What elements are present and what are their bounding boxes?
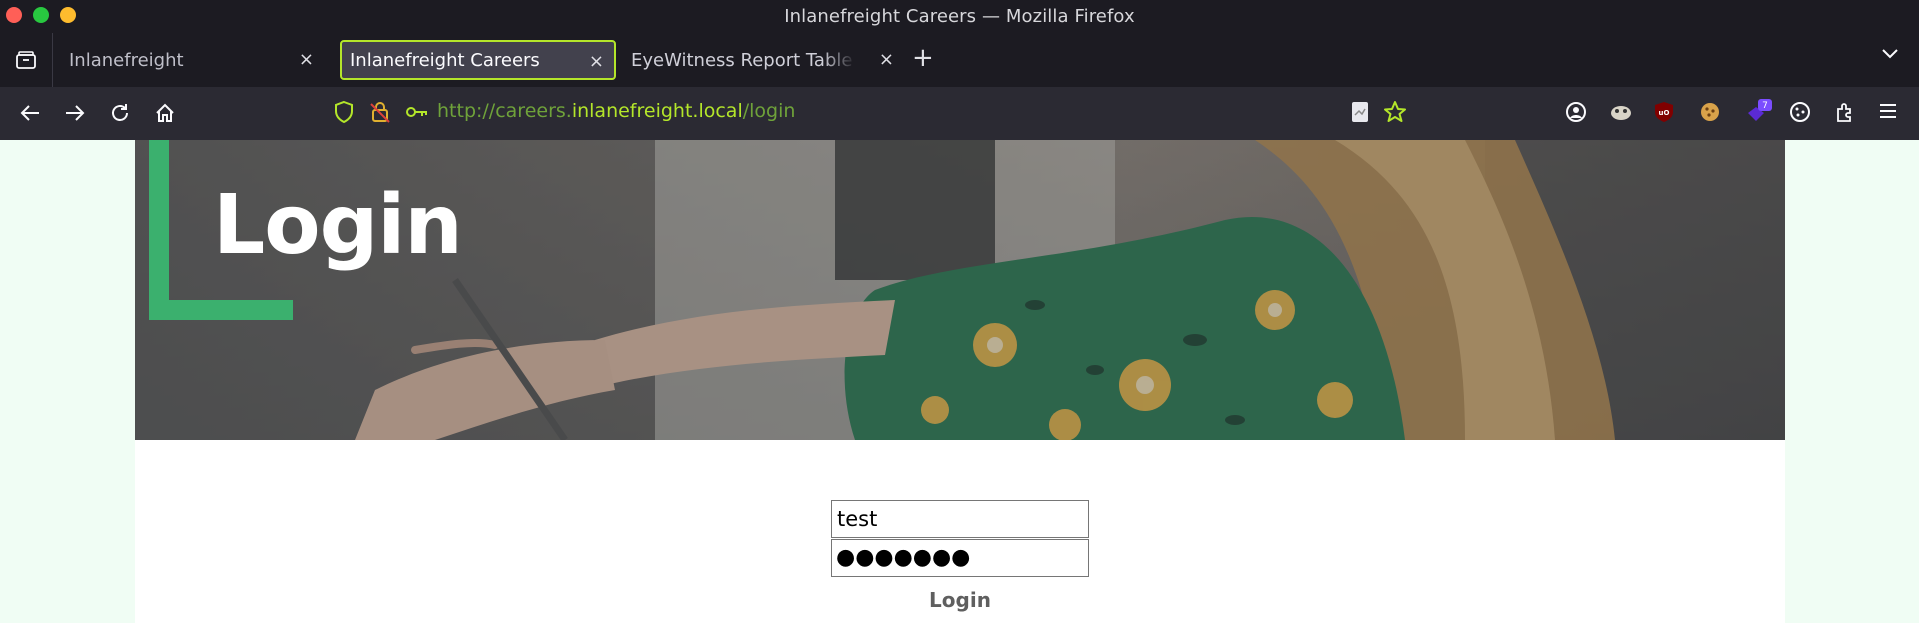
- password-mask: ●●●●●●●: [836, 545, 971, 570]
- ublock-button[interactable]: uO: [1653, 100, 1675, 128]
- extensions-icon: [1837, 103, 1851, 122]
- close-tab-icon[interactable]: ×: [299, 49, 314, 70]
- tab-overview-icon: [16, 51, 36, 69]
- cookie-icon: [1701, 103, 1719, 121]
- purple-extension-icon: 7: [1748, 99, 1772, 121]
- account-button[interactable]: [1564, 100, 1588, 128]
- home-button[interactable]: [152, 100, 178, 126]
- tab-strip: Inlanefreight × Inlanefreight Careers × …: [0, 33, 1919, 87]
- hero-corner-accent-horizontal: [149, 300, 293, 320]
- username-input[interactable]: test: [831, 500, 1089, 538]
- username-value: test: [837, 507, 878, 531]
- extensions-button[interactable]: [1833, 100, 1857, 128]
- key-icon[interactable]: [405, 102, 429, 122]
- window-titlebar: Inlanefreight Careers — Mozilla Firefox: [0, 0, 1919, 33]
- tab-inlanefreight-careers[interactable]: Inlanefreight Careers ×: [340, 40, 616, 80]
- bookmark-star-icon: [1384, 101, 1406, 122]
- back-icon: [20, 105, 39, 121]
- svg-text:uO: uO: [1659, 109, 1670, 117]
- reader-view-button[interactable]: [1349, 100, 1371, 128]
- forward-button[interactable]: [62, 100, 88, 126]
- close-tab-icon[interactable]: ×: [589, 51, 604, 72]
- tab-label: Inlanefreight Careers: [350, 49, 540, 71]
- window-controls: [6, 7, 76, 23]
- lock-icon[interactable]: [369, 100, 391, 124]
- reload-icon: [112, 104, 128, 121]
- url-bar[interactable]: http://careers.inlanefreight.local/login: [437, 100, 795, 122]
- mascot-extension-icon: [1611, 106, 1631, 120]
- close-tab-icon[interactable]: ×: [879, 49, 894, 70]
- cookie-outline-icon: [1790, 102, 1810, 122]
- menu-icon: [1880, 104, 1896, 118]
- web-page-content: Login test ●●●●●●● Login: [135, 140, 1785, 623]
- ublock-origin-icon: uO: [1655, 102, 1673, 122]
- cookie-editor-button[interactable]: [1788, 100, 1812, 128]
- url-scheme: http://careers.: [437, 100, 572, 122]
- maximize-window-button[interactable]: [33, 7, 49, 23]
- shield-icon[interactable]: [333, 100, 355, 124]
- extension-badge-count: 7: [1762, 101, 1768, 111]
- password-input[interactable]: ●●●●●●●: [831, 539, 1089, 577]
- url-path: /login: [742, 100, 796, 122]
- hero-corner-accent-vertical: [149, 140, 169, 320]
- tab-overview-button[interactable]: [0, 33, 53, 87]
- login-button[interactable]: Login: [923, 587, 997, 613]
- navigation-toolbar: http://careers.inlanefreight.local/login…: [0, 87, 1919, 140]
- chevron-down-icon: [1882, 49, 1898, 59]
- home-icon: [156, 103, 174, 122]
- cookie-extension-button[interactable]: [1698, 100, 1722, 128]
- url-host: inlanefreight.local: [571, 100, 743, 122]
- account-icon: [1566, 102, 1586, 122]
- close-window-button[interactable]: [6, 7, 22, 23]
- url-security-icons: [333, 100, 429, 124]
- extension-mascot-button[interactable]: [1608, 100, 1634, 128]
- badge-extension-button[interactable]: 7: [1744, 97, 1774, 131]
- page-title: Login: [213, 178, 463, 273]
- tab-label: Inlanefreight: [69, 49, 184, 71]
- minimize-window-button[interactable]: [60, 7, 76, 23]
- window-title: Inlanefreight Careers — Mozilla Firefox: [784, 6, 1135, 27]
- new-tab-button[interactable]: +: [912, 43, 934, 73]
- app-menu-button[interactable]: [1877, 100, 1899, 126]
- tab-label: EyeWitness Report Table of Contents: [631, 49, 856, 71]
- tab-inlanefreight[interactable]: Inlanefreight ×: [56, 40, 324, 80]
- bookmark-button[interactable]: [1383, 100, 1407, 128]
- hero-banner: Login: [135, 140, 1785, 440]
- tab-list-button[interactable]: [1880, 45, 1900, 64]
- login-form: test ●●●●●●● Login: [831, 500, 1089, 613]
- forward-icon: [66, 105, 85, 121]
- back-button[interactable]: [17, 100, 43, 126]
- tab-eyewitness-report[interactable]: EyeWitness Report Table of Contents ×: [620, 40, 894, 80]
- reader-view-icon: [1352, 102, 1368, 122]
- reload-button[interactable]: [107, 100, 133, 126]
